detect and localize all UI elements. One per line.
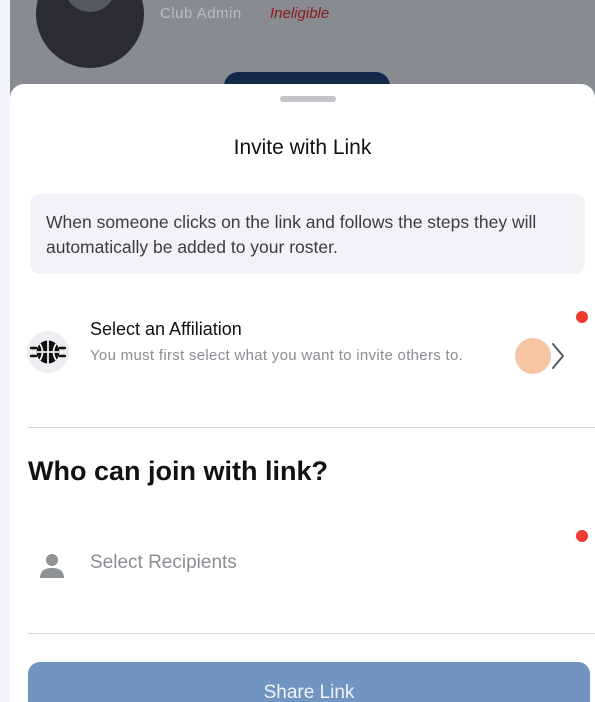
avatar bbox=[36, 0, 144, 68]
person-icon bbox=[40, 554, 64, 578]
affiliation-title: Select an Affiliation bbox=[90, 319, 242, 339]
recipients-placeholder: Select Recipients bbox=[90, 552, 237, 573]
info-box: When someone clicks on the link and foll… bbox=[30, 194, 585, 274]
divider bbox=[28, 427, 595, 428]
touch-indicator bbox=[515, 338, 551, 374]
share-link-label: Share Link bbox=[263, 682, 355, 702]
divider bbox=[28, 633, 595, 634]
affiliation-subtitle: You must first select what you want to i… bbox=[90, 347, 464, 364]
invite-sheet: Invite with Link When someone clicks on … bbox=[10, 84, 595, 702]
select-recipients-row[interactable]: Select Recipients bbox=[10, 524, 595, 604]
required-indicator-dot bbox=[576, 530, 588, 542]
join-section-heading: Who can join with link? bbox=[28, 456, 328, 486]
member-role: Club Admin bbox=[160, 5, 242, 22]
basketball-icon bbox=[27, 331, 69, 373]
sheet-grabber-handle[interactable] bbox=[280, 96, 336, 102]
info-text: When someone clicks on the link and foll… bbox=[46, 212, 537, 257]
chevron-right-icon[interactable] bbox=[550, 340, 566, 372]
share-link-button[interactable]: Share Link bbox=[28, 662, 590, 702]
select-affiliation-row[interactable]: Select an Affiliation You must first sel… bbox=[10, 306, 595, 386]
eligibility-status: Ineligible bbox=[270, 5, 330, 22]
sheet-title: Invite with Link bbox=[233, 136, 372, 159]
app-frame: Club Admin Ineligible Invite with Link W… bbox=[10, 0, 595, 702]
required-indicator-dot bbox=[576, 311, 588, 323]
